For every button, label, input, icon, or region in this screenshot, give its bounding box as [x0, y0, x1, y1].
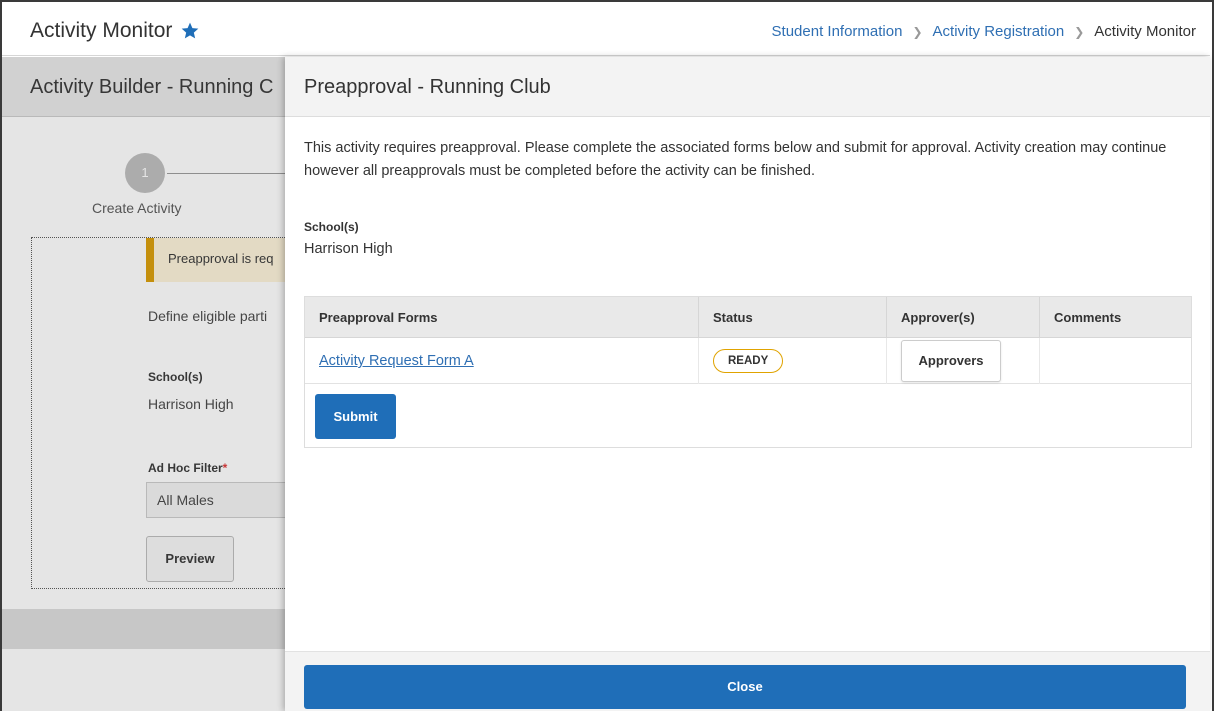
- table-header: Preapproval Forms Status Approver(s) Com…: [305, 297, 1191, 338]
- breadcrumb-activity-registration[interactable]: Activity Registration: [933, 23, 1065, 40]
- panel-school-label: School(s): [304, 220, 359, 234]
- table-row: Activity Request Form A READY Approvers: [305, 338, 1191, 384]
- column-header-approvers: Approver(s): [887, 297, 1040, 338]
- status-badge: READY: [713, 349, 784, 373]
- chevron-right-icon: ❯: [912, 24, 923, 39]
- panel-header: Preapproval - Running Club: [285, 57, 1210, 117]
- breadcrumb-student-information[interactable]: Student Information: [772, 23, 903, 40]
- cell-form: Activity Request Form A: [305, 338, 699, 384]
- breadcrumb-activity-monitor: Activity Monitor: [1094, 23, 1196, 40]
- submit-button[interactable]: Submit: [315, 394, 396, 439]
- star-icon[interactable]: [180, 21, 200, 41]
- column-header-status: Status: [699, 297, 887, 338]
- column-header-comments: Comments: [1054, 310, 1122, 325]
- top-header: Activity Monitor Student Information ❯ A…: [2, 2, 1210, 56]
- app-title-text: Activity Monitor: [30, 19, 173, 42]
- panel-description: This activity requires preapproval. Plea…: [304, 140, 1167, 179]
- panel-title: Preapproval - Running Club: [304, 76, 551, 98]
- column-header-forms: Preapproval Forms: [305, 297, 699, 338]
- preapproval-panel: Preapproval - Running Club This activity…: [285, 57, 1210, 711]
- app-title: Activity Monitor: [30, 19, 200, 43]
- cell-comments: [1040, 338, 1193, 384]
- form-link[interactable]: Activity Request Form A: [319, 353, 474, 369]
- cell-status: READY: [699, 338, 887, 384]
- panel-school-value: Harrison High: [304, 241, 393, 257]
- cell-approvers: Approvers: [887, 338, 1040, 384]
- preapproval-forms-table: Preapproval Forms Status Approver(s) Com…: [304, 296, 1192, 448]
- breadcrumb: Student Information ❯ Activity Registrat…: [772, 23, 1196, 40]
- close-button[interactable]: Close: [304, 665, 1186, 709]
- approvers-button[interactable]: Approvers: [901, 340, 1001, 382]
- panel-footer: Close: [285, 651, 1210, 711]
- chevron-right-icon: ❯: [1074, 24, 1085, 39]
